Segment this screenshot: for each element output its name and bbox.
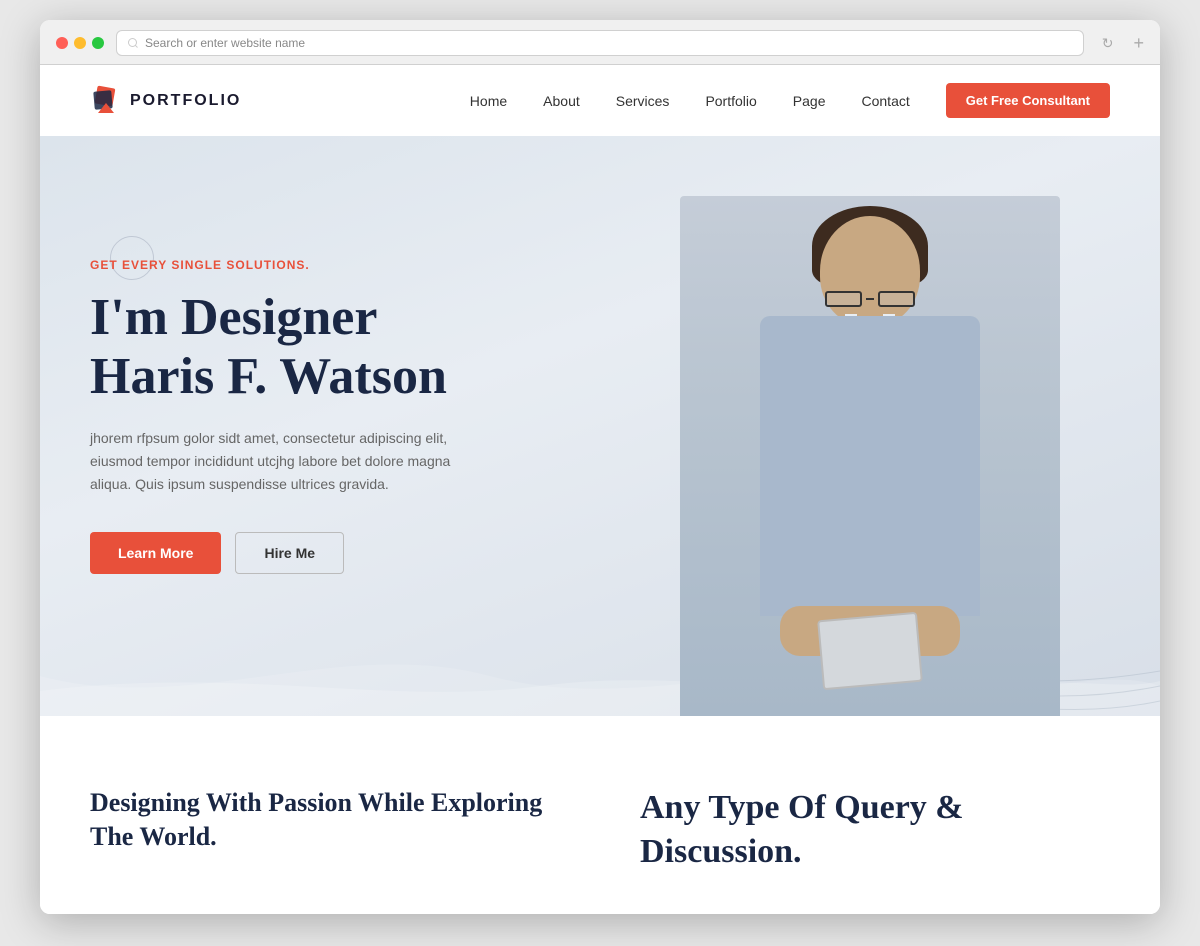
person-head — [820, 216, 920, 326]
nav-portfolio[interactable]: Portfolio — [705, 93, 756, 109]
search-icon — [127, 37, 139, 49]
hire-me-button[interactable]: Hire Me — [235, 532, 344, 574]
dot-green[interactable] — [92, 37, 104, 49]
browser-window: Search or enter website name ↻ + PORTFOL… — [40, 20, 1160, 914]
below-right: Any Type Of Query & Discussion. — [640, 786, 1110, 874]
hero-person-image — [660, 176, 1080, 716]
person-tablet — [817, 612, 923, 690]
person-figure — [680, 196, 1060, 716]
logo-text: PORTFOLIO — [130, 92, 241, 110]
hero-title: I'm Designer Haris F. Watson — [90, 288, 570, 408]
hero-buttons: Learn More Hire Me — [90, 532, 570, 574]
browser-address-bar[interactable]: Search or enter website name — [116, 30, 1084, 56]
hero-content: GET EVERY SINGLE SOLUTIONS. I'm Designer… — [40, 198, 620, 655]
nav-contact[interactable]: Contact — [862, 93, 910, 109]
glass-right — [878, 291, 915, 307]
below-left: Designing With Passion While Exploring T… — [90, 786, 560, 874]
below-right-title: Any Type Of Query & Discussion. — [640, 786, 1110, 874]
browser-chrome: Search or enter website name ↻ + — [40, 20, 1160, 65]
glass-bridge — [866, 298, 873, 300]
refresh-icon[interactable]: ↻ — [1102, 35, 1114, 52]
get-free-consultant-button[interactable]: Get Free Consultant — [946, 83, 1110, 118]
hero-title-line2: Haris F. Watson — [90, 348, 447, 405]
new-tab-icon[interactable]: + — [1133, 34, 1144, 52]
hero-description: jhorem rfpsum golor sidt amet, consectet… — [90, 427, 470, 496]
nav-links: Home About Services Portfolio Page Conta… — [470, 83, 1110, 118]
hero-subtitle: GET EVERY SINGLE SOLUTIONS. — [90, 258, 570, 272]
browser-dots — [56, 37, 104, 49]
below-left-title: Designing With Passion While Exploring T… — [90, 786, 560, 854]
dot-red[interactable] — [56, 37, 68, 49]
person-shirt — [760, 316, 980, 616]
person-glasses — [825, 290, 915, 308]
website: PORTFOLIO Home About Services Portfolio … — [40, 65, 1160, 914]
nav-about[interactable]: About — [543, 93, 580, 109]
logo: PORTFOLIO — [90, 85, 241, 117]
hero-section: GET EVERY SINGLE SOLUTIONS. I'm Designer… — [40, 136, 1160, 716]
dot-yellow[interactable] — [74, 37, 86, 49]
hero-title-line1: I'm Designer — [90, 289, 377, 346]
glass-left — [825, 291, 862, 307]
address-text: Search or enter website name — [145, 36, 305, 50]
navbar: PORTFOLIO Home About Services Portfolio … — [40, 65, 1160, 136]
below-hero-section: Designing With Passion While Exploring T… — [40, 716, 1160, 914]
nav-home[interactable]: Home — [470, 93, 507, 109]
logo-icon — [90, 85, 122, 117]
learn-more-button[interactable]: Learn More — [90, 532, 221, 574]
nav-page[interactable]: Page — [793, 93, 826, 109]
nav-services[interactable]: Services — [616, 93, 670, 109]
